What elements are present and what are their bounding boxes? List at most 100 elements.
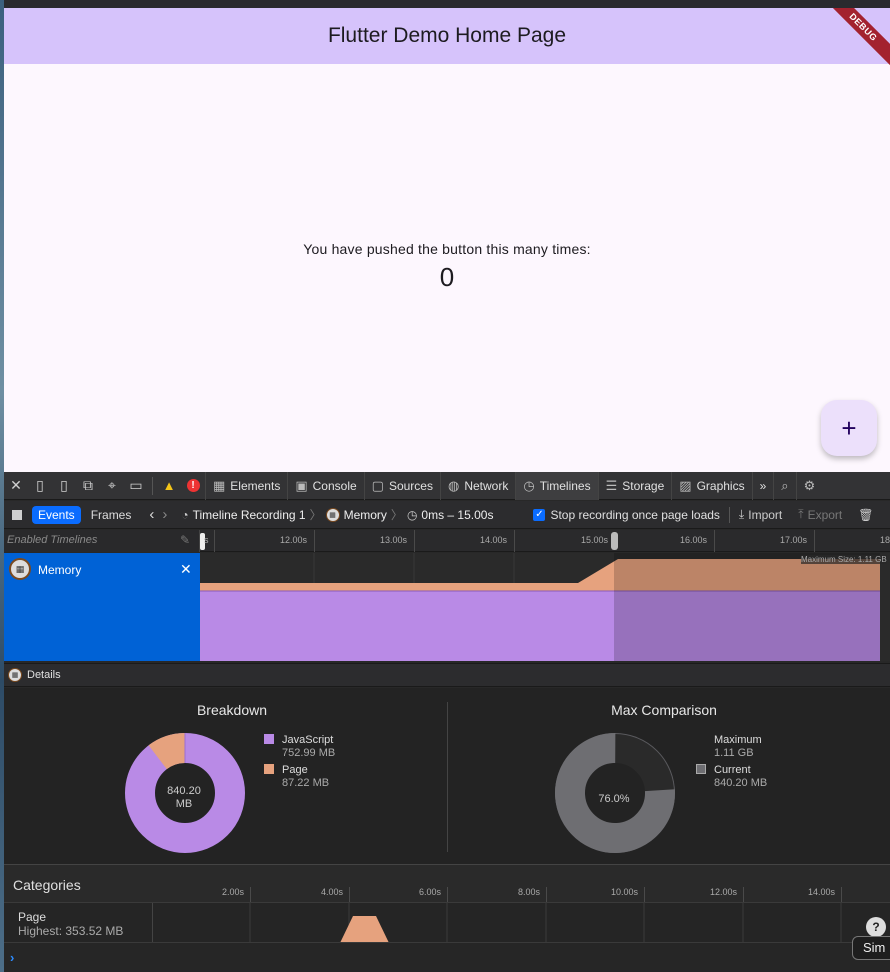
breakdown-legend: JavaScript 752.99 MB Page 87.22 MB <box>264 734 335 790</box>
tab-timelines[interactable]: ◷ Timelines <box>515 471 598 500</box>
trash-icon[interactable]: 🗑 <box>858 508 873 522</box>
category-highest: Highest: 353.52 MB <box>18 924 124 938</box>
stop-recording-button[interactable] <box>12 509 22 520</box>
legend-value: 87.22 MB <box>282 777 330 789</box>
back-arrow-icon[interactable]: ‹ <box>149 506 154 523</box>
memory-track-header[interactable]: ▦ Memory ✕ <box>4 553 200 661</box>
details-panel: Breakdown 840.20 MB JavaScript 752.99 MB… <box>4 688 890 864</box>
toolbar-divider <box>728 506 730 523</box>
error-indicator[interactable]: ! <box>181 472 205 500</box>
breadcrumb-label: 0ms – 15.00s <box>421 507 494 522</box>
flutter-app-window: Flutter Demo Home Page DEBUG You have pu… <box>4 8 890 472</box>
crosshair-icon[interactable]: ⌖ <box>100 472 124 500</box>
legend-swatch <box>264 764 274 774</box>
console-icon: ▣ <box>295 477 308 493</box>
dock-left-icon[interactable]: ▯ <box>28 472 52 500</box>
close-icon[interactable]: ✕ <box>4 472 28 500</box>
events-toggle[interactable]: Events <box>32 505 81 524</box>
export-icon: ⤒ <box>798 507 804 521</box>
tab-network[interactable]: ◍ Network <box>439 471 515 500</box>
categories-header: Categories 2.00s 4.00s 6.00s 8.00s 10.00… <box>4 864 890 903</box>
search-button[interactable]: ⌕ <box>773 471 795 500</box>
ruler-tick-label: 15.00s <box>581 535 609 545</box>
memory-track-label: Memory <box>38 563 82 577</box>
window-top-bar <box>0 0 890 8</box>
edit-icon[interactable]: ✎ <box>180 533 190 547</box>
export-label: Export <box>807 507 843 522</box>
legend-item-current: Current <box>696 764 767 777</box>
tab-sources[interactable]: ▢ Sources <box>363 471 440 500</box>
details-label: Details <box>27 669 61 681</box>
max-comparison-legend: Maximum 1.11 GB Current 840.20 MB <box>696 734 767 790</box>
breakdown-total-value: 840.20 <box>167 785 201 797</box>
ruler-tick <box>414 530 415 552</box>
tab-elements[interactable]: ▦ Elements <box>205 471 287 500</box>
ruler-tick <box>714 530 715 552</box>
panel-divider <box>447 702 448 852</box>
import-button[interactable]: ⤓ Import <box>739 507 782 522</box>
legend-value: 840.20 MB <box>714 777 768 789</box>
category-row-page[interactable]: Page Highest: 353.52 MB <box>4 902 890 943</box>
categories-tick-label: 4.00s <box>321 887 344 897</box>
ruler-tick-label: s <box>204 535 209 545</box>
dock-right-icon[interactable]: ▯ <box>52 472 76 500</box>
tab-label: Elements <box>230 478 281 493</box>
categories-tick-label: 10.00s <box>611 887 639 897</box>
max-comparison-title: Max Comparison <box>611 702 717 718</box>
elements-icon: ▦ <box>213 477 226 493</box>
category-label: Page Highest: 353.52 MB <box>18 910 123 938</box>
warning-icon[interactable]: ▲ <box>157 472 181 500</box>
ruler-tick-label: 12.00s <box>280 535 308 545</box>
detach-window-icon[interactable]: ⧉ <box>76 472 100 500</box>
categories-tick <box>841 887 842 903</box>
categories-tick <box>644 887 645 903</box>
timeline-ruler: Enabled Timelines ✎ s 12.00s 13.00s 14.0… <box>4 530 890 552</box>
legend-label: Page <box>282 764 308 776</box>
more-tabs-icon: » <box>759 478 767 493</box>
more-tabs-button[interactable]: » <box>751 471 774 500</box>
enabled-timelines-header: Enabled Timelines ✎ <box>4 530 200 552</box>
ruler-tick-label: 18 <box>880 535 890 545</box>
breadcrumb-range[interactable]: ◷ 0ms – 15.00s <box>407 508 494 522</box>
chart-end-gap <box>880 553 890 661</box>
range-end-handle[interactable] <box>611 532 618 550</box>
breadcrumb-recording[interactable]: ◔ Timeline Recording 1 <box>181 508 305 522</box>
page-memory-spike <box>340 916 389 943</box>
legend-swatch <box>696 764 706 774</box>
import-label: Import <box>748 507 783 522</box>
toolbar-divider <box>152 476 153 495</box>
tab-storage[interactable]: ☰ Storage <box>597 471 672 500</box>
breakdown-total-unit: MB <box>175 798 193 810</box>
app-bar: Flutter Demo Home Page <box>4 8 890 64</box>
simulator-button[interactable]: Sim <box>852 936 890 960</box>
settings-button[interactable]: ⚙ <box>795 471 823 500</box>
help-button[interactable]: ? <box>866 917 886 937</box>
tab-console[interactable]: ▣ Console <box>287 471 363 500</box>
increment-fab-button[interactable]: + <box>821 400 877 456</box>
tab-label: Network <box>464 478 509 493</box>
close-icon[interactable]: ✕ <box>180 561 192 578</box>
web-inspector: ✕ ▯ ▯ ⧉ ⌖ ▭ ▲ ! ▦ Elements ▣ Console ▢ Sour… <box>4 471 890 972</box>
forward-arrow-icon[interactable]: › <box>162 506 167 523</box>
timelines-icon: ◷ <box>523 477 535 493</box>
frames-toggle[interactable]: Frames <box>81 506 142 524</box>
breadcrumb-memory[interactable]: ▦ Memory <box>325 507 387 522</box>
ruler-tick <box>314 530 315 552</box>
gear-icon: ⚙ <box>803 477 816 493</box>
export-button[interactable]: ⤒ Export <box>798 507 842 522</box>
breadcrumb-separator: 〉 <box>390 508 403 522</box>
device-icon[interactable]: ▭ <box>124 472 148 500</box>
categories-tick-label: 2.00s <box>222 887 245 897</box>
stop-recording-label: Stop recording once page loads <box>550 507 720 522</box>
stop-recording-checkbox-row[interactable]: ✓ Stop recording once page loads <box>533 507 720 522</box>
memory-track-chart: Maximum Size: 1.11 GB <box>200 553 890 661</box>
ruler-tick <box>214 530 215 552</box>
checkbox-checked-icon[interactable]: ✓ <box>533 508 546 521</box>
ruler-tick-label: 13.00s <box>380 535 408 545</box>
ruler-tick-label: 16.00s <box>680 535 708 545</box>
legend-value: 752.99 MB <box>282 747 336 759</box>
breakdown-title: Breakdown <box>196 702 268 718</box>
tab-graphics[interactable]: ▨ Graphics <box>671 471 751 500</box>
breakdown-center-label: 840.20 MB <box>154 785 214 811</box>
console-prompt-bar[interactable]: › <box>4 942 890 972</box>
